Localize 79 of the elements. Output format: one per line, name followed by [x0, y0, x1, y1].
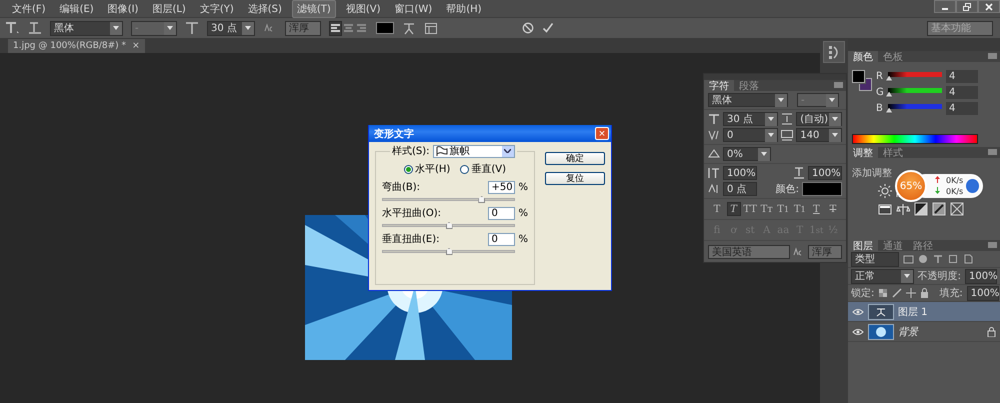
kerning-field[interactable]: 0 — [723, 128, 778, 142]
menu-item[interactable]: 滤镜(T) — [292, 0, 336, 18]
panel-tab[interactable]: 色板 — [878, 51, 908, 62]
text-style-button[interactable]: TT — [743, 202, 758, 216]
dialog-title: 变形文字 — [374, 127, 414, 140]
channel-label: G — [876, 86, 884, 98]
vertical-scale-field[interactable]: 100% — [723, 166, 757, 180]
lock-label: 锁定: — [851, 286, 874, 300]
radio-option[interactable]: 垂直(V) — [460, 162, 506, 176]
layer-name: 背景 — [898, 326, 918, 338]
menu-item[interactable]: 文字(Y) — [196, 0, 238, 16]
document-title: 1.jpg @ 100%(RGB/8#) * — [13, 41, 126, 51]
font-size-field[interactable]: 30 点 — [207, 20, 255, 36]
panel-heading: 添加调整 — [852, 166, 892, 180]
unit-label: % — [518, 208, 528, 218]
unit-label: % — [518, 234, 528, 244]
slider-label: 垂直扭曲(E): — [382, 232, 440, 246]
layer-row[interactable]: 背景 — [848, 322, 1000, 342]
channel-label: R — [876, 70, 884, 82]
panel-tab[interactable]: 通道 — [878, 240, 908, 251]
leading-field[interactable]: (自动) — [796, 112, 842, 126]
download-speed: 0K/s — [946, 187, 964, 196]
style-label: 样式(S): — [392, 144, 430, 158]
channel-value-field[interactable]: 4 — [946, 70, 978, 82]
baseline-shift-field[interactable]: 0 点 — [723, 182, 757, 196]
menu-item[interactable]: 图层(L) — [148, 0, 190, 16]
unit-label: % — [518, 182, 528, 192]
tab-close-button[interactable]: × — [132, 41, 140, 51]
font-family-field[interactable]: 黑体 — [708, 93, 788, 107]
text-style-button[interactable]: T — [809, 202, 824, 216]
slider-label: 弯曲(B): — [382, 180, 422, 194]
channel-label: B — [876, 102, 884, 114]
panel-tab[interactable]: 图层 — [848, 240, 878, 251]
channel-value-field[interactable]: 4 — [946, 102, 978, 114]
text-style-button[interactable]: Tт — [760, 202, 774, 216]
ok-button[interactable]: 确定 — [545, 152, 605, 165]
close-button[interactable]: × — [595, 127, 609, 140]
layer-filter-field[interactable]: 类型 — [851, 252, 899, 266]
fill-field[interactable]: 100% — [966, 286, 999, 300]
text-style-button[interactable]: T — [710, 202, 724, 216]
blend-mode-field[interactable]: 正常 — [851, 268, 914, 284]
fill-label: 填充: — [939, 286, 963, 300]
channel-value-field[interactable]: 4 — [946, 86, 978, 98]
radio-label: 水平(H) — [415, 162, 450, 176]
radio-option[interactable]: 水平(H) — [404, 162, 450, 176]
panel-tab[interactable]: 调整 — [848, 147, 878, 158]
panel-tab[interactable]: 段落 — [734, 80, 764, 91]
opacity-field[interactable]: 100% — [965, 268, 997, 284]
value-field[interactable]: 0 — [488, 232, 516, 246]
menu-item[interactable]: 窗口(W) — [390, 0, 436, 16]
opacity-label: 不透明度: — [918, 270, 961, 283]
menu-item[interactable]: 文件(F) — [8, 0, 50, 16]
text-style-button[interactable]: T — [826, 202, 840, 216]
layer-name: 图层 1 — [898, 306, 928, 318]
menu-item[interactable]: 视图(V) — [342, 0, 384, 16]
value-field[interactable]: 0 — [488, 206, 516, 220]
panel-tab[interactable]: 路径 — [908, 240, 938, 251]
baseline-scale-field[interactable]: 0% — [723, 147, 771, 161]
horizontal-scale-field[interactable]: 100% — [808, 166, 842, 180]
layer-row[interactable]: 图层 1 — [848, 302, 1000, 322]
style-dropdown[interactable]: 旗帜 — [432, 144, 515, 158]
value-field[interactable]: +50 — [488, 180, 516, 194]
tracking-field[interactable]: 140 — [796, 128, 842, 142]
reset-button[interactable]: 复位 — [545, 172, 605, 185]
color-label: 颜色: — [776, 182, 799, 196]
font-size-field[interactable]: 30 点 — [723, 112, 778, 126]
slider-label: 水平扭曲(O): — [382, 206, 442, 220]
menu-item[interactable]: 帮助(H) — [442, 0, 486, 16]
radio-label: 垂直(V) — [471, 162, 506, 176]
panel-tab[interactable]: 字符 — [704, 80, 734, 91]
text-style-button[interactable]: T — [726, 202, 741, 216]
upload-speed: 0K/s — [946, 176, 964, 185]
menu-item[interactable]: 编辑(E) — [56, 0, 98, 16]
panel-tab[interactable]: 颜色 — [848, 51, 878, 62]
font-family-field[interactable]: 黑体 — [50, 20, 123, 36]
panel-tab[interactable]: 样式 — [878, 147, 908, 158]
document-tab[interactable]: 1.jpg @ 100%(RGB/8#) * × — [8, 39, 145, 53]
menu-item[interactable]: 选择(S) — [244, 0, 286, 16]
menu-item[interactable]: 图像(I) — [104, 0, 142, 16]
